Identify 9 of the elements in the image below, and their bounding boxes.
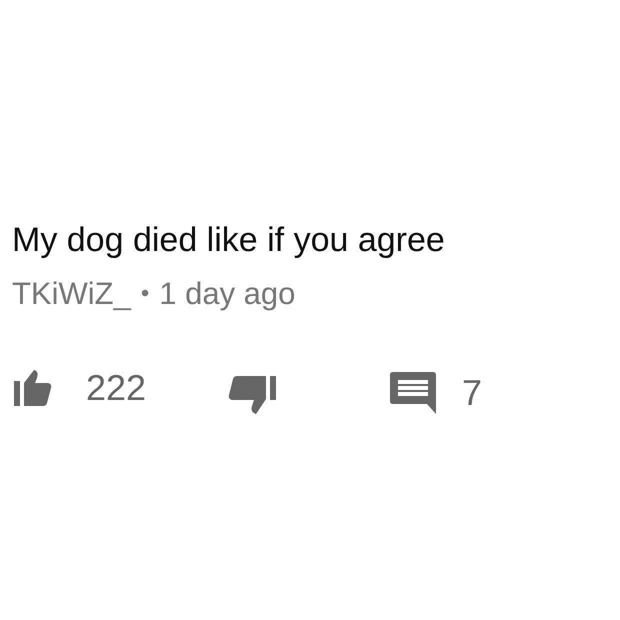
comment-text: My dog died like if you agree bbox=[12, 220, 446, 261]
thumbs-down-icon[interactable] bbox=[228, 376, 276, 414]
comment-icon[interactable] bbox=[390, 372, 436, 414]
thumbs-up-icon[interactable] bbox=[14, 370, 52, 406]
reply-count: 7 bbox=[462, 373, 482, 413]
comment-time: 1 day ago bbox=[159, 275, 296, 313]
separator-dot: • bbox=[140, 279, 150, 309]
like-count: 222 bbox=[86, 368, 146, 408]
author-name[interactable]: TKiWiZ_ bbox=[12, 272, 131, 316]
